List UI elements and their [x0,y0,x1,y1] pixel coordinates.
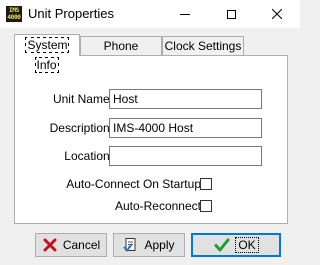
maximize-icon [226,9,236,19]
tab-system-info[interactable]: System Info [14,34,80,73]
tab-phone-settings[interactable]: Phone Settings [80,36,162,71]
unit-name-input[interactable] [109,89,262,109]
close-icon [272,9,282,19]
apply-button[interactable]: Apply [113,233,185,257]
system-info-panel: Unit Name: Description: Location: Auto-C… [14,55,288,224]
unit-name-label: Unit Name: [52,92,113,106]
ok-button[interactable]: OK [191,233,281,257]
red-x-icon [42,237,58,253]
description-input[interactable] [109,118,262,138]
green-check-icon [214,237,230,253]
app-icon[interactable]: IMS 4000 [6,6,22,22]
maximize-button[interactable] [208,0,254,28]
auto-reconnect-checkbox[interactable] [200,200,212,212]
location-label: Location: [64,149,113,163]
minimize-icon [180,13,190,15]
auto-reconnect-label: Auto-Reconnect [114,199,201,213]
close-button[interactable] [254,0,300,28]
apply-document-icon [123,237,139,253]
minimize-button[interactable] [162,0,208,28]
auto-connect-label: Auto-Connect On Startup [66,177,201,191]
cancel-button[interactable]: Cancel [35,233,107,257]
location-input[interactable] [109,146,262,166]
tab-clock-settings[interactable]: Clock Settings [162,36,244,55]
title-bar: IMS 4000 Unit Properties [0,0,300,28]
window-title: Unit Properties [28,6,114,21]
auto-connect-checkbox[interactable] [200,178,212,190]
description-label: Description: [49,121,113,135]
